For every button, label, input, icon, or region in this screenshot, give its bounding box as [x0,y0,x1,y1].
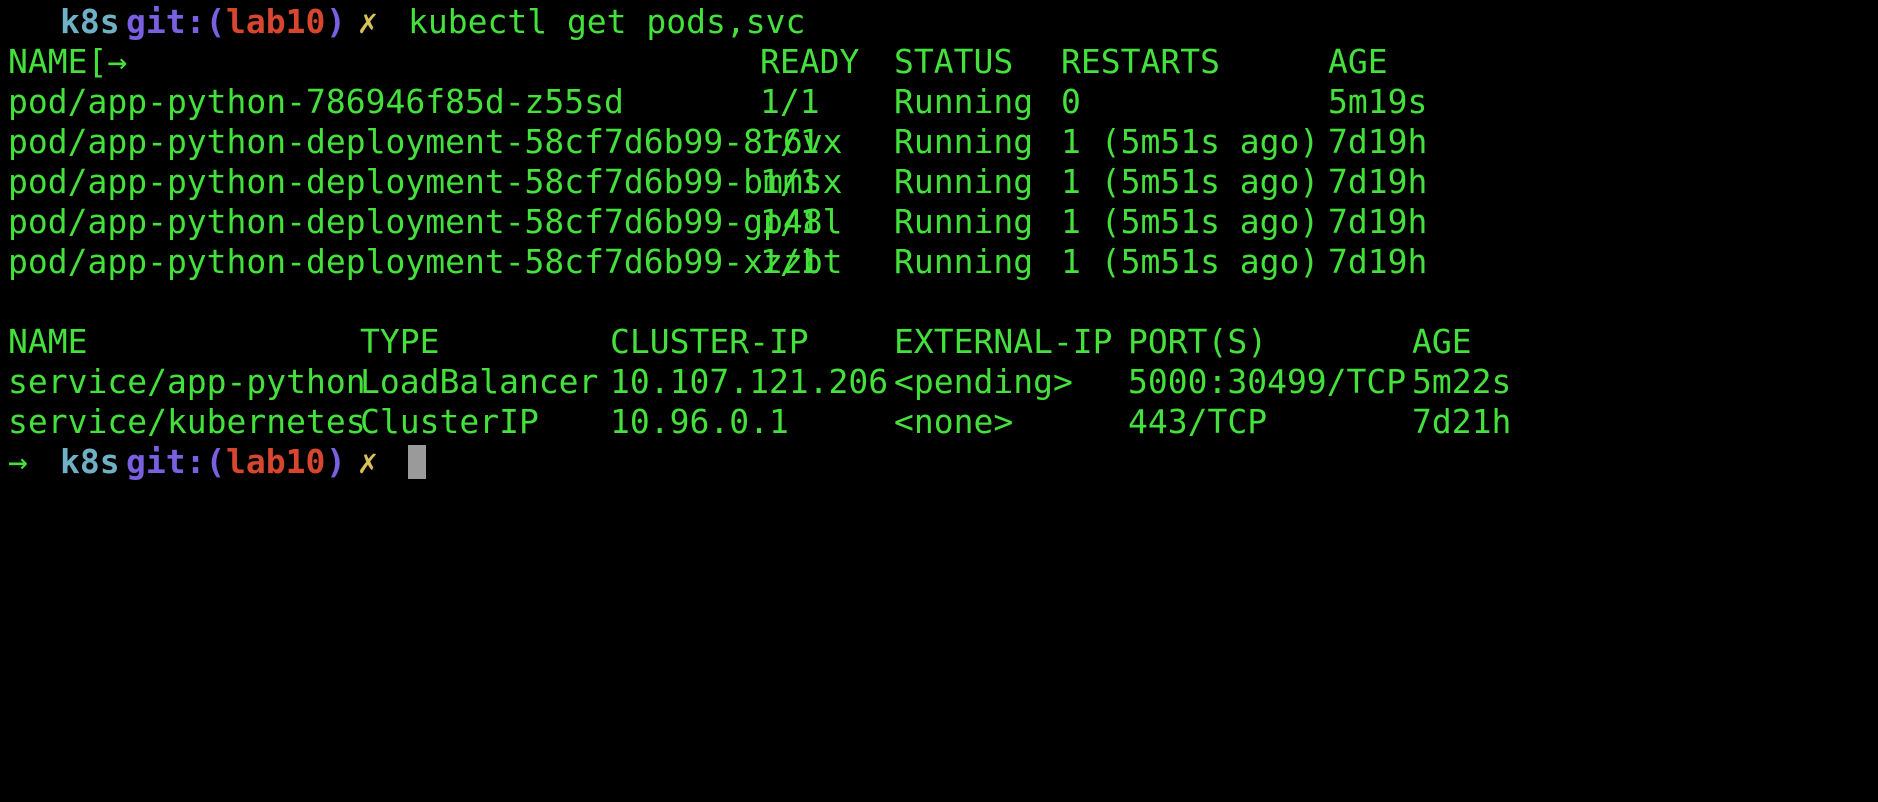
service-cluster-ip: 10.96.0.1 [610,402,789,441]
prompt-dirty-icon: ✗ [358,442,378,481]
pod-name: pod/app-python-deployment-58cf7d6b99-8r6… [8,122,843,161]
header-type: TYPE [360,322,440,361]
header-age: AGE [1412,322,1472,361]
pod-name: pod/app-python-deployment-58cf7d6b99-xzz… [8,242,843,281]
pod-status: Running [894,202,1034,241]
service-age: 7d21h [1412,402,1512,441]
header-ports: PORT(S) [1128,322,1268,361]
command-prompt-line: [→ k8s git:( lab10 ) ✗ kubectl get pods,… [8,2,1868,81]
prompt-git-branch: lab10 [226,2,326,41]
service-age: 5m22s [1412,362,1512,401]
service-type: ClusterIP [360,402,539,441]
pods-table-header: NAME READY STATUS RESTARTS AGE [8,42,1868,82]
pod-restarts: 1 (5m51s ago) [1061,202,1320,241]
pod-row: pod/app-python-deployment-58cf7d6b99-xzz… [8,242,1868,282]
pod-status: Running [894,162,1034,201]
header-restarts: RESTARTS [1061,42,1220,81]
pod-ready: 1/1 [760,82,820,121]
prompt-git-label: git:( [126,2,226,41]
header-status: STATUS [894,42,1014,81]
pod-restarts: 1 (5m51s ago) [1061,242,1320,281]
pod-ready: 1/1 [760,202,820,241]
service-name: service/app-python [8,362,366,401]
pod-row: pod/app-python-786946f85d-z55sd 1/1 Runn… [8,82,1868,122]
services-table-header: NAME TYPE CLUSTER-IP EXTERNAL-IP PORT(S)… [8,322,1868,362]
pod-age: 5m19s [1328,82,1428,121]
service-ports: 5000:30499/TCP [1128,362,1407,401]
service-cluster-ip: 10.107.121.206 [610,362,889,401]
service-type: LoadBalancer [360,362,599,401]
prompt-git-branch: lab10 [226,442,326,481]
header-external-ip: EXTERNAL-IP [894,322,1113,361]
terminal-window[interactable]: [→ k8s git:( lab10 ) ✗ kubectl get pods,… [8,2,1868,512]
service-row: service/kubernetes ClusterIP 10.96.0.1 <… [8,402,1868,442]
pod-ready: 1/1 [760,122,820,161]
pod-restarts: 1 (5m51s ago) [1061,122,1320,161]
command-text: kubectl get pods,svc [408,2,806,41]
command-prompt-line[interactable]: → k8s git:( lab10 ) ✗ [8,442,1868,482]
pod-row: pod/app-python-deployment-58cf7d6b99-gp4… [8,202,1868,242]
service-external-ip: <none> [894,402,1014,441]
pod-row: pod/app-python-deployment-58cf7d6b99-bmm… [8,162,1868,202]
pod-restarts: 0 [1061,82,1081,121]
header-name: NAME [8,42,88,81]
service-row: service/app-python LoadBalancer 10.107.1… [8,362,1868,402]
prompt-arrow-icon: → [8,442,28,481]
prompt-git-close: ) [326,442,346,481]
pod-row: pod/app-python-deployment-58cf7d6b99-8r6… [8,122,1868,162]
prompt-dirty-icon: ✗ [358,2,378,41]
prompt-git-label: git:( [126,442,226,481]
pod-ready: 1/1 [760,162,820,201]
pod-age: 7d19h [1328,242,1428,281]
header-cluster-ip: CLUSTER-IP [610,322,809,361]
pod-name: pod/app-python-deployment-58cf7d6b99-gp4… [8,202,843,241]
pod-age: 7d19h [1328,202,1428,241]
pod-name: pod/app-python-deployment-58cf7d6b99-bmm… [8,162,843,201]
service-ports: 443/TCP [1128,402,1268,441]
service-name: service/kubernetes [8,402,366,441]
header-ready: READY [760,42,860,81]
pod-name: pod/app-python-786946f85d-z55sd [8,82,624,121]
prompt-git-close: ) [326,2,346,41]
pod-restarts: 1 (5m51s ago) [1061,162,1320,201]
header-name: NAME [8,322,88,361]
pod-status: Running [894,122,1034,161]
service-external-ip: <pending> [894,362,1073,401]
terminal-cursor[interactable] [408,442,426,482]
pod-age: 7d19h [1328,122,1428,161]
pod-age: 7d19h [1328,162,1428,201]
pod-ready: 1/1 [760,242,820,281]
pod-status: Running [894,82,1034,121]
pod-status: Running [894,242,1034,281]
prompt-directory: k8s [60,2,120,41]
prompt-directory: k8s [60,442,120,481]
header-age: AGE [1328,42,1388,81]
